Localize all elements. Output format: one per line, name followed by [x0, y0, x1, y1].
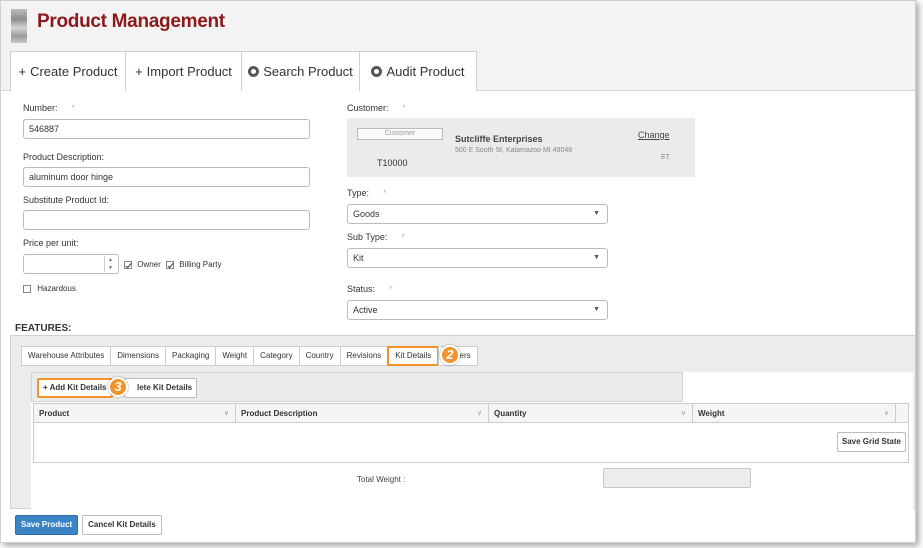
tab-kit-details[interactable]: Kit Details: [387, 346, 440, 366]
chevron-down-icon: ∨: [476, 410, 482, 417]
tab-search-product[interactable]: Search Product: [241, 51, 360, 91]
price-per-unit-input[interactable]: ▲ ▼: [23, 254, 119, 274]
tab-audit-product[interactable]: Audit Product: [359, 51, 477, 91]
customer-code: T10000: [377, 158, 408, 168]
chevron-down-icon: ▼: [593, 210, 600, 217]
billing-party-checkbox[interactable]: Billing Party: [166, 260, 221, 269]
customer-name: Sutcliffe Enterprises: [455, 134, 543, 144]
tab-revisions[interactable]: Revisions: [339, 346, 389, 366]
step-callout-2: 2: [440, 345, 460, 365]
page-title: Product Management: [37, 11, 225, 32]
tab-weight[interactable]: Weight: [215, 346, 255, 366]
column-header-product-description[interactable]: Product Description ∨: [236, 404, 489, 423]
tab-country[interactable]: Country: [298, 346, 341, 366]
tab-category[interactable]: Category: [253, 346, 300, 366]
checkbox-unchecked-icon: [23, 284, 31, 293]
tab-create-product[interactable]: + Create Product: [10, 51, 126, 91]
type-select[interactable]: Goods ▼: [347, 204, 608, 224]
change-customer-link[interactable]: Change: [638, 130, 670, 140]
features-panel: Warehouse Attributes Dimensions Packagin…: [10, 335, 915, 510]
circle-icon: [248, 66, 260, 77]
chevron-down-icon: ▼: [593, 306, 600, 313]
price-per-unit-label: Price per unit:: [23, 238, 79, 248]
sub-type-select[interactable]: Kit ▼: [347, 248, 608, 268]
total-weight-label: Total Weight :: [357, 475, 406, 484]
customer-button[interactable]: Customer: [357, 128, 443, 140]
plus-icon: +: [135, 64, 143, 79]
checkbox-checked-icon: [166, 260, 174, 269]
spinner-arrows-icon[interactable]: ▲ ▼: [104, 256, 116, 272]
save-grid-state-button[interactable]: Save Grid State: [836, 432, 906, 452]
features-title: FEATURES:: [15, 323, 72, 334]
features-tabs: Warehouse Attributes Dimensions Packagin…: [21, 346, 478, 366]
tab-warehouse-attributes[interactable]: Warehouse Attributes: [21, 346, 112, 366]
plus-icon: +: [18, 64, 27, 79]
chevron-down-icon: ∨: [883, 410, 889, 417]
checkbox-checked-icon: [124, 260, 132, 269]
chevron-down-icon: ▼: [593, 254, 600, 261]
total-weight-field: [603, 468, 751, 488]
number-label: Number: *: [23, 103, 76, 113]
customer-timezone: ET: [661, 154, 670, 161]
tab-dimensions[interactable]: Dimensions: [110, 346, 166, 366]
kit-details-area: + Add Kit Details lete Kit Details 3 Pro…: [31, 372, 913, 510]
kit-grid-header: Product ∨ Product Description ∨ Quantity ∨ …: [34, 404, 908, 423]
chevron-down-icon: ∨: [223, 410, 229, 417]
customer-label: Customer: *: [347, 103, 407, 113]
number-input[interactable]: 546887: [23, 119, 310, 139]
tab-import-product[interactable]: + Import Product: [125, 51, 242, 91]
status-label: Status: *: [347, 284, 393, 294]
substitute-product-id-input[interactable]: [23, 210, 310, 230]
tab-packaging[interactable]: Packaging: [164, 346, 217, 366]
app-header: Product Management: [1, 1, 915, 51]
column-header-weight[interactable]: Weight ∨: [693, 404, 896, 423]
hazardous-checkbox[interactable]: Hazardous: [23, 284, 76, 293]
product-description-input[interactable]: aluminum door hinge: [23, 167, 310, 187]
product-description-label: Product Description:: [23, 152, 105, 162]
delete-kit-details-button[interactable]: lete Kit Details: [124, 378, 198, 398]
column-header-quantity[interactable]: Quantity ∨: [489, 404, 693, 423]
save-product-button[interactable]: Save Product: [15, 515, 79, 535]
app-window: Product Management + Create Product + Im…: [0, 0, 916, 543]
footer-actions: Save Product Cancel Kit Details: [15, 515, 162, 535]
circle-icon: [371, 66, 383, 77]
step-callout-3: 3: [108, 377, 128, 397]
chevron-down-icon: ∨: [680, 410, 686, 417]
column-header-product[interactable]: Product ∨: [34, 404, 236, 423]
type-label: Type: *: [347, 188, 387, 198]
substitute-product-id-label: Substitute Product Id:: [23, 195, 110, 205]
customer-card: Customer T10000 Sutcliffe Enterprises 50…: [347, 118, 695, 177]
cancel-kit-details-button[interactable]: Cancel Kit Details: [82, 515, 162, 535]
top-tabs: + Create Product + Import Product Search…: [1, 51, 915, 91]
sub-type-label: Sub Type: *: [347, 232, 405, 242]
kit-grid: Product ∨ Product Description ∨ Quantity ∨ …: [33, 403, 909, 463]
app-logo: [11, 9, 27, 43]
customer-address: 500 E South St, Kalamazoo MI 49048: [455, 147, 573, 154]
status-select[interactable]: Active ▼: [347, 300, 608, 320]
add-kit-details-button[interactable]: + Add Kit Details: [37, 378, 113, 398]
kit-toolbar: + Add Kit Details lete Kit Details: [31, 372, 683, 402]
owner-checkbox[interactable]: Owner: [124, 260, 161, 269]
